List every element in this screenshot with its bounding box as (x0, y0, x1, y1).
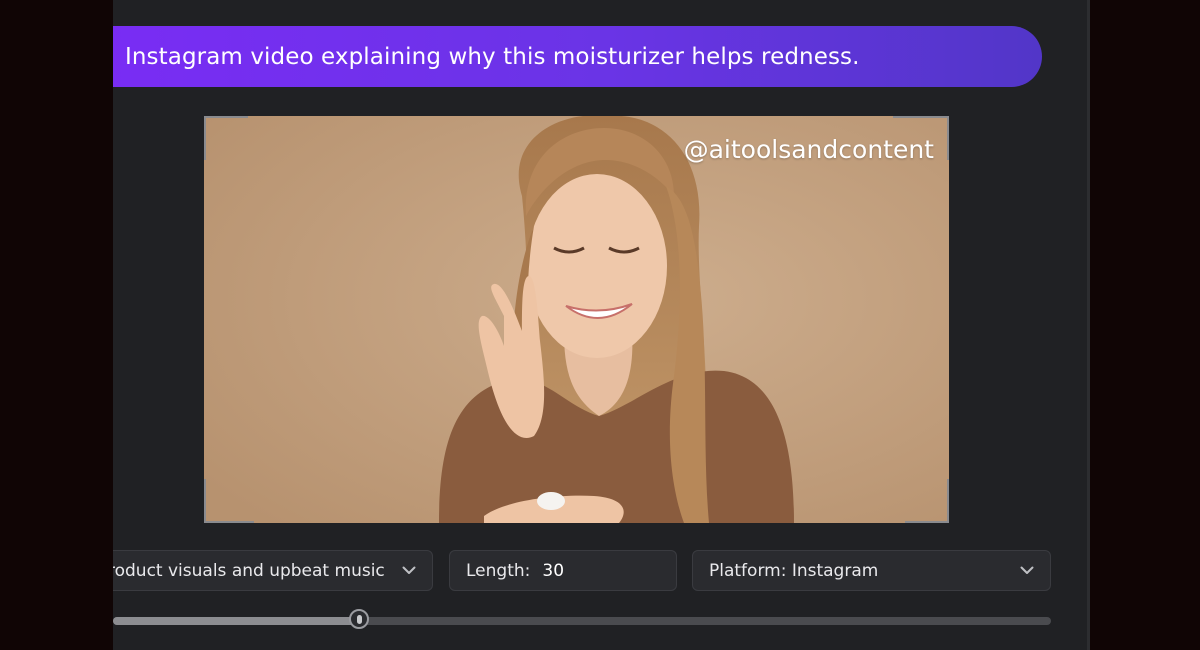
right-background (1090, 0, 1200, 650)
timeline-progress (113, 617, 359, 625)
generator-panel: Instagram video explaining why this mois… (113, 0, 1090, 650)
prompt-bar[interactable]: Instagram video explaining why this mois… (113, 26, 1042, 87)
thumb-grip-icon (356, 614, 362, 624)
scrollbar[interactable] (1087, 0, 1090, 650)
platform-value: Platform: Instagram (709, 560, 879, 581)
preview-image (204, 116, 949, 523)
crop-handle-top-right[interactable] (893, 116, 949, 160)
crop-handle-top-left[interactable] (204, 116, 248, 160)
length-field[interactable]: Length: 30 (449, 550, 677, 591)
chevron-down-icon (1014, 558, 1040, 584)
crop-handle-bottom-right[interactable] (905, 479, 949, 523)
crop-handle-bottom-left[interactable] (204, 479, 254, 523)
timeline-thumb[interactable] (349, 609, 369, 629)
style-dropdown[interactable]: roduct visuals and upbeat music (113, 550, 433, 591)
platform-dropdown[interactable]: Platform: Instagram (692, 550, 1051, 591)
chevron-down-icon (396, 558, 422, 584)
left-background (0, 0, 113, 650)
video-preview[interactable]: @aitoolsandcontent (204, 116, 949, 523)
prompt-text: Instagram video explaining why this mois… (125, 43, 860, 70)
length-label: Length: (466, 560, 531, 581)
style-value: roduct visuals and upbeat music (113, 560, 385, 581)
timeline-slider[interactable] (113, 609, 1051, 629)
length-value[interactable]: 30 (542, 561, 564, 581)
